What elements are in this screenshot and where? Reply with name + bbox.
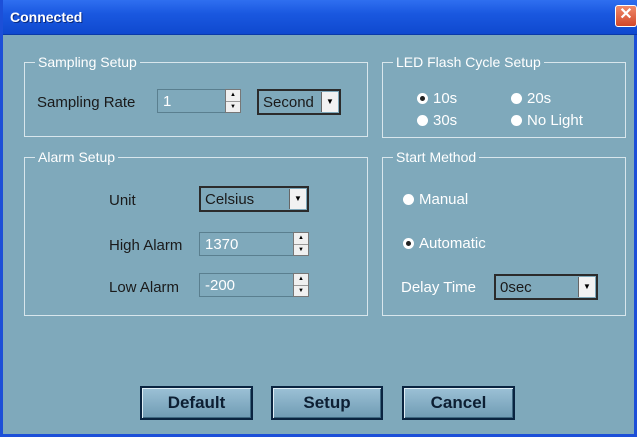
delay-time-label: Delay Time <box>401 279 477 296</box>
alarm-unit-value: Celsius <box>205 191 255 208</box>
sampling-unit-value: Second <box>263 94 314 111</box>
spin-down-icon[interactable]: ▼ <box>294 244 308 256</box>
sampling-rate-spin-buttons[interactable]: ▲ ▼ <box>225 89 241 113</box>
radio-icon[interactable] <box>417 93 428 104</box>
start-option-automatic[interactable]: Automatic <box>403 235 486 252</box>
chevron-down-icon[interactable]: ▼ <box>289 189 306 209</box>
start-option-manual[interactable]: Manual <box>403 191 468 208</box>
high-alarm-spinner[interactable]: 1370 ▲ ▼ <box>199 232 309 256</box>
chevron-down-icon[interactable]: ▼ <box>321 92 338 112</box>
sampling-rate-spinner[interactable]: 1 ▲ ▼ <box>157 89 241 113</box>
cancel-button[interactable]: Cancel <box>402 386 515 420</box>
delay-time-value: 0sec <box>500 279 532 296</box>
led-option-no-light[interactable]: No Light <box>511 112 583 129</box>
radio-icon[interactable] <box>417 115 428 126</box>
alarm-unit-label: Unit <box>109 192 136 209</box>
alarm-setup-group: Alarm Setup <box>24 149 368 316</box>
window-title: Connected <box>10 9 83 25</box>
sampling-rate-label: Sampling Rate <box>37 94 136 111</box>
low-alarm-spinner[interactable]: -200 ▲ ▼ <box>199 273 309 297</box>
low-alarm-value: -200 <box>205 277 236 294</box>
chevron-down-icon[interactable]: ▼ <box>578 277 595 297</box>
radio-icon[interactable] <box>403 238 414 249</box>
delay-time-dropdown[interactable]: 0sec ▼ <box>494 274 598 300</box>
sampling-rate-value: 1 <box>163 93 172 110</box>
alarm-unit-dropdown[interactable]: Celsius ▼ <box>199 186 309 212</box>
spin-down-icon[interactable]: ▼ <box>294 285 308 297</box>
high-alarm-spin-buttons[interactable]: ▲ ▼ <box>293 232 309 256</box>
led-option-20s[interactable]: 20s <box>511 90 551 107</box>
high-alarm-value: 1370 <box>205 236 239 253</box>
spin-up-icon[interactable]: ▲ <box>294 274 308 285</box>
low-alarm-label: Low Alarm <box>109 279 180 296</box>
radio-icon[interactable] <box>511 115 522 126</box>
led-option-30s[interactable]: 30s <box>417 112 457 129</box>
alarm-setup-title: Alarm Setup <box>35 149 119 165</box>
high-alarm-label: High Alarm <box>109 237 183 254</box>
dialog-window: Connected ✕ Sampling Setup Sampling Rate… <box>0 0 637 437</box>
radio-icon[interactable] <box>403 194 414 205</box>
title-bar[interactable]: Connected ✕ <box>3 0 637 35</box>
low-alarm-spin-buttons[interactable]: ▲ ▼ <box>293 273 309 297</box>
spin-up-icon[interactable]: ▲ <box>226 90 240 101</box>
close-icon[interactable]: ✕ <box>615 5 637 27</box>
setup-button[interactable]: Setup <box>271 386 383 420</box>
default-button[interactable]: Default <box>140 386 253 420</box>
start-method-title: Start Method <box>393 149 480 165</box>
spin-up-icon[interactable]: ▲ <box>294 233 308 244</box>
sampling-setup-title: Sampling Setup <box>35 54 140 70</box>
led-option-10s[interactable]: 10s <box>417 90 457 107</box>
spin-down-icon[interactable]: ▼ <box>226 101 240 113</box>
led-flash-title: LED Flash Cycle Setup <box>393 54 544 70</box>
sampling-unit-dropdown[interactable]: Second ▼ <box>257 89 341 115</box>
radio-icon[interactable] <box>511 93 522 104</box>
